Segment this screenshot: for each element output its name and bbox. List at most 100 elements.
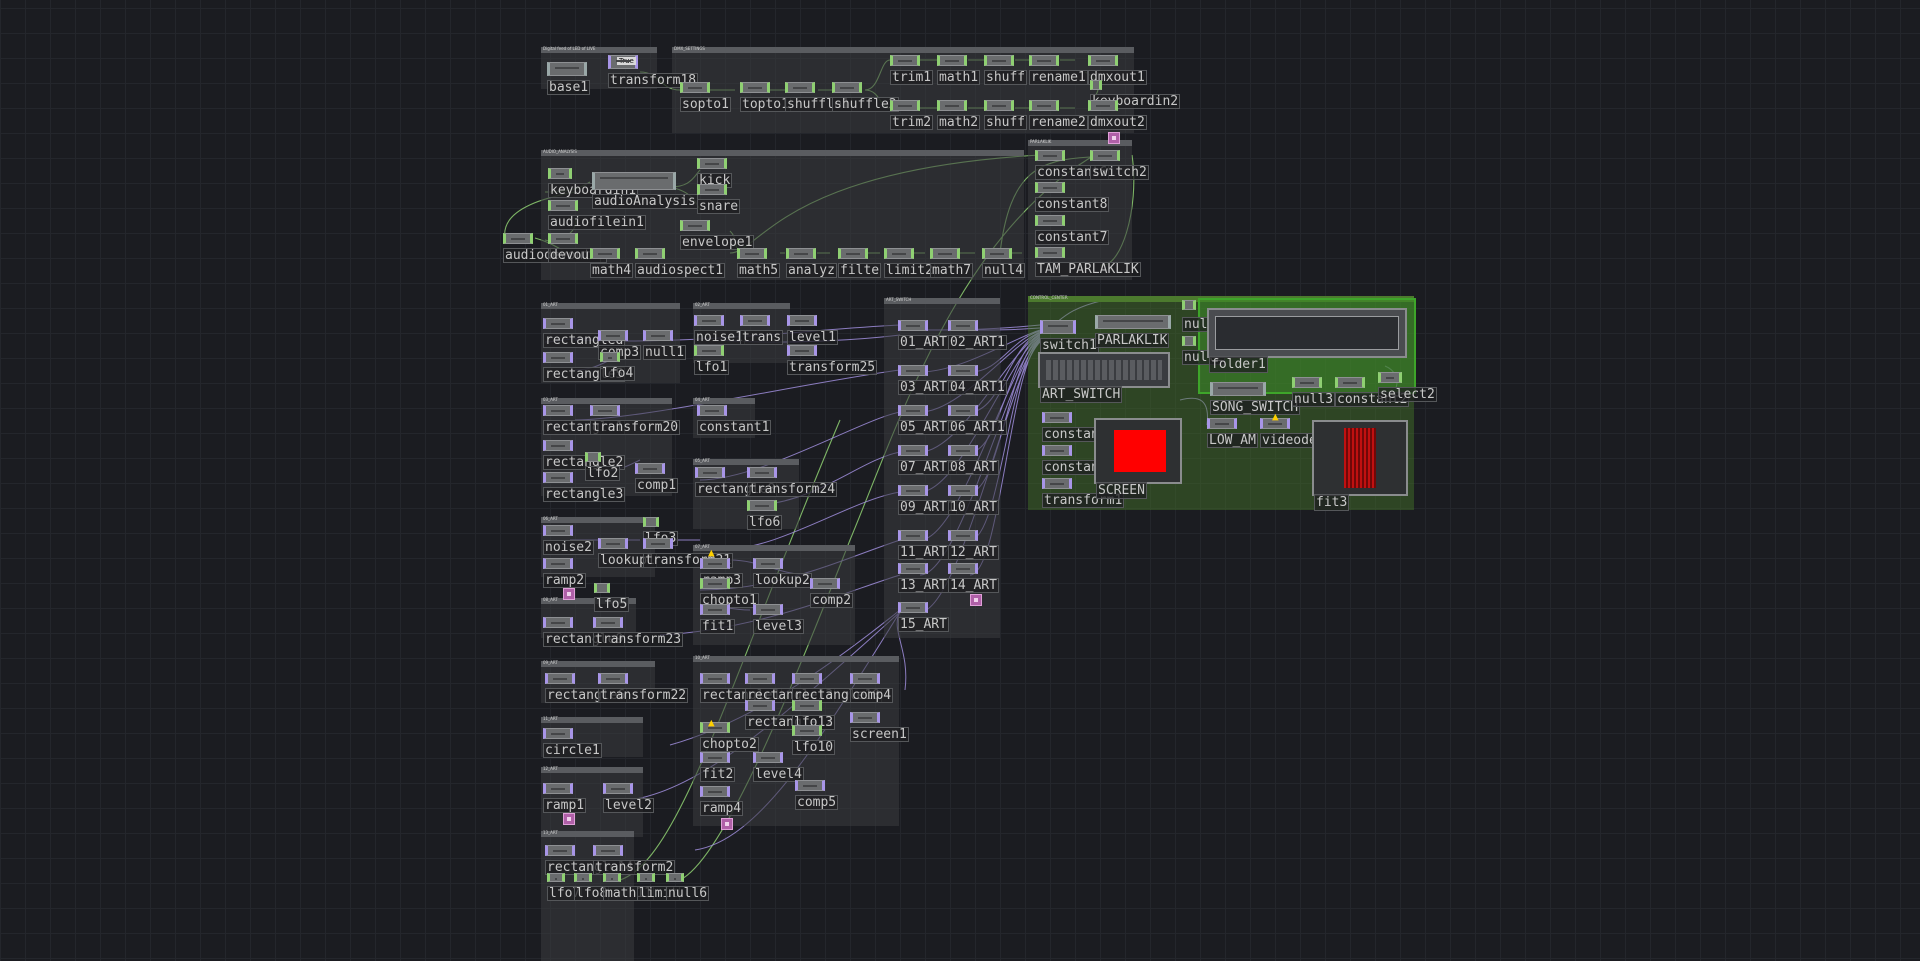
operator-label: base1	[547, 80, 591, 95]
operator-transform25[interactable]: transform25	[787, 345, 878, 375]
operator-label: SONG_SWITCH	[1210, 400, 1301, 415]
operator-ramp2[interactable]: ramp2	[543, 558, 587, 588]
operator-08-art[interactable]: 08_ART	[948, 445, 999, 475]
operator-constant7[interactable]: constant7	[1035, 215, 1110, 245]
operator-constant8[interactable]: constant8	[1035, 182, 1110, 212]
operator-song-switch[interactable]: SONG_SWITCH	[1210, 382, 1301, 415]
operator-06-art[interactable]: 06_ART1	[948, 405, 1007, 435]
operator-label: LOW_AM	[1207, 433, 1258, 448]
operator-envelope1[interactable]: envelope1	[680, 220, 755, 250]
operator-lfo5[interactable]: lfo5	[594, 583, 630, 612]
operator-comp1[interactable]: comp1	[635, 463, 679, 493]
operator-math7[interactable]: math7	[930, 248, 974, 278]
operator-audiofilein1[interactable]: audiofilein1	[548, 200, 646, 230]
operator-02-art[interactable]: 02_ART1	[948, 320, 1007, 350]
operator-rename1[interactable]: rename1	[1029, 55, 1088, 85]
operator-comp5[interactable]: comp5	[795, 780, 839, 810]
operator-switch2[interactable]: switch2	[1090, 150, 1149, 180]
operator-circle1[interactable]: circle1	[543, 728, 602, 758]
operator-analyze[interactable]: analyz	[786, 248, 837, 278]
operator-transform22[interactable]: transform22	[598, 673, 689, 703]
operator-math1[interactable]: math1	[937, 55, 981, 85]
operator-label: constant1	[697, 420, 772, 435]
operator-label: PARLAKLIK	[1095, 333, 1170, 348]
operator-audiospect1[interactable]: audiospect1	[635, 248, 726, 278]
operator-13-art[interactable]: 13_ART	[898, 563, 949, 593]
operator-math4[interactable]: math4	[590, 248, 634, 278]
operator-select2[interactable]: select2	[1378, 372, 1437, 402]
operator-limit2[interactable]: limit2	[884, 248, 935, 278]
operator-level3[interactable]: level3	[753, 604, 804, 634]
operator-transform24[interactable]: transform24	[747, 467, 838, 497]
operator-rename2[interactable]: rename2	[1029, 100, 1088, 130]
operator-comp4[interactable]: comp4	[850, 673, 894, 703]
operator-noise2[interactable]: noise2	[543, 525, 594, 555]
operator-01-art[interactable]: 01_ART	[898, 320, 949, 350]
operator-base1[interactable]: base1	[547, 62, 591, 95]
operator-comp2[interactable]: comp2	[810, 578, 854, 608]
operator-screen1[interactable]: screen1	[850, 712, 909, 742]
operator-shuffle-b[interactable]: shuff	[984, 100, 1028, 130]
operator-label: null6	[666, 886, 710, 901]
operator-15-art[interactable]: 15_ART	[898, 602, 949, 632]
operator-null6[interactable]: null6	[666, 873, 710, 901]
operator-null4[interactable]: null4	[982, 248, 1026, 278]
operator-low-am[interactable]: LOW_AM	[1207, 418, 1258, 448]
folder1-viewer[interactable]: folder1	[1207, 308, 1407, 373]
annotation-title: DMX_SETTINGS	[674, 46, 705, 51]
operator-14-art[interactable]: 14_ART	[948, 563, 999, 593]
operator-fit1[interactable]: fit1	[700, 604, 736, 634]
operator-label: 12_ART	[948, 545, 999, 560]
operator-transform-a[interactable]: trans	[740, 315, 784, 345]
operator-null5-small[interactable]	[1182, 300, 1196, 310]
warning-icon: ▲	[708, 716, 715, 729]
fit3-viewer[interactable]: fit3	[1312, 420, 1408, 511]
operator-label: rectangle3	[543, 487, 626, 502]
operator-04-art[interactable]: 04_ART1	[948, 365, 1007, 395]
operator-fit2[interactable]: fit2	[700, 752, 736, 782]
operator-ramp1[interactable]: ramp1	[543, 783, 587, 813]
operator-level1[interactable]: level1	[787, 315, 838, 345]
operator-dmxout2[interactable]: dmxout2	[1088, 100, 1147, 130]
operator-transform20[interactable]: transform20	[590, 405, 681, 435]
operator-math2[interactable]: math2	[937, 100, 981, 130]
operator-snare[interactable]: snare	[697, 184, 741, 214]
operator-transform23[interactable]: transform23	[593, 617, 684, 647]
operator-label: constant7	[1035, 230, 1110, 245]
screen-viewer[interactable]: SCREEN	[1094, 418, 1182, 499]
operator-math5[interactable]: math5	[737, 248, 781, 278]
operator-tam-parlaklik[interactable]: TAM_PARLAKLIK	[1035, 247, 1141, 277]
operator-shuffle2[interactable]: shuffle2	[832, 82, 899, 112]
operator-lfo10[interactable]: lfo10	[792, 725, 836, 755]
operator-switch1[interactable]: switch1	[1040, 320, 1099, 353]
operator-null3[interactable]: null3	[1292, 377, 1336, 407]
operator-trim1[interactable]: trim1	[890, 55, 934, 85]
operator-trim2[interactable]: trim2	[890, 100, 934, 130]
operator-rectangle3[interactable]: rectangle3	[543, 472, 626, 502]
annotation-title: AUDIO_ANALYSIS	[543, 149, 577, 154]
operator-level4[interactable]: level4	[753, 752, 804, 782]
operator-lfo1[interactable]: lfo1	[694, 345, 730, 375]
operator-noise1[interactable]: noise1	[694, 315, 745, 345]
annotation-title: 09_ART	[543, 660, 558, 665]
operator-11-art[interactable]: 11_ART	[898, 530, 949, 560]
operator-lookup2[interactable]: lookup2	[753, 558, 812, 588]
network-editor-canvas[interactable]: Digital feed of LED of LIVE DMX_SETTINGS…	[0, 0, 1920, 961]
art-switch-viewer[interactable]: ART_SWITCH	[1038, 352, 1170, 403]
operator-chopto2[interactable]: ▲ chopto2	[700, 716, 759, 752]
operator-transform2[interactable]: transform2	[593, 845, 676, 875]
operator-filter[interactable]: filte	[838, 248, 882, 278]
operator-label: lfo6	[747, 515, 783, 530]
operator-constant1[interactable]: constant1	[697, 405, 772, 435]
operator-parlaklik[interactable]: PARLAKLIK	[1095, 315, 1171, 348]
operator-level2[interactable]: level2	[603, 783, 654, 813]
operator-sopto1[interactable]: sopto1	[680, 82, 731, 112]
operator-lfo6[interactable]: lfo6	[747, 500, 783, 530]
operator-10-art[interactable]: 10_ART	[948, 485, 999, 515]
operator-ramp4[interactable]: ramp4	[700, 786, 744, 816]
operator-lfo4[interactable]: lfo4	[600, 352, 636, 381]
operator-null1[interactable]: null1	[643, 330, 687, 360]
operator-topto1[interactable]: topto1	[740, 82, 791, 112]
operator-shuffle-a[interactable]: shuff	[984, 55, 1028, 85]
operator-12-art[interactable]: 12_ART	[948, 530, 999, 560]
